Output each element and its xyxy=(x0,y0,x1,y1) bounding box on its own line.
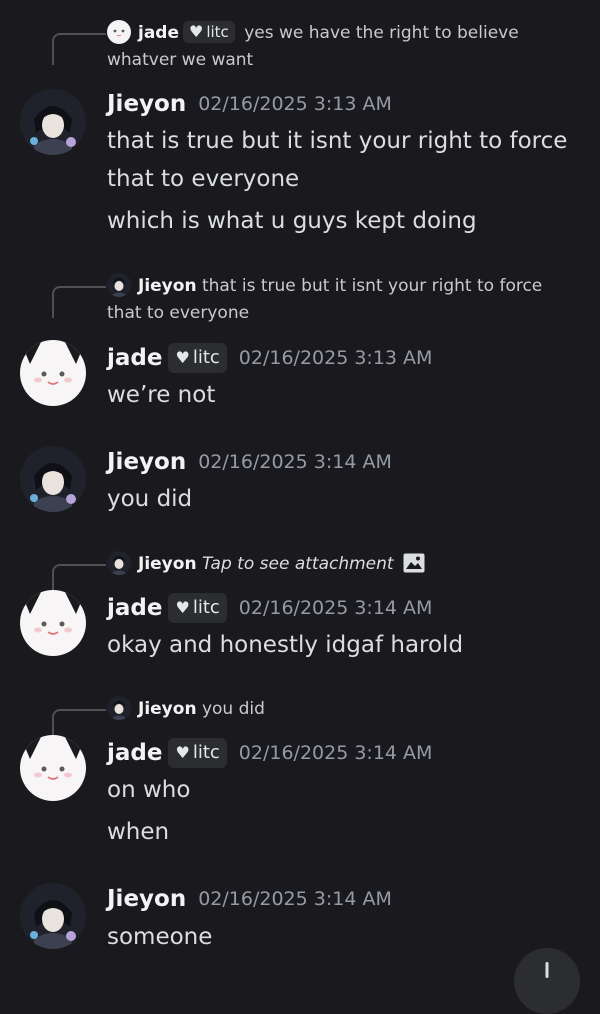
heart-icon: ♥ xyxy=(175,743,190,762)
username[interactable]: Jieyon xyxy=(107,449,186,475)
role-tag-label: litc xyxy=(206,23,229,41)
avatar[interactable] xyxy=(20,590,86,656)
message-header: jade ♥ litc 02/16/2025 3:14 AM xyxy=(107,593,432,627)
username[interactable]: jade xyxy=(107,740,162,766)
role-tag-label: litc xyxy=(192,742,220,763)
avatar[interactable] xyxy=(20,340,86,406)
message-line: you did xyxy=(107,486,193,512)
timestamp: 02/16/2025 3:13 AM xyxy=(238,347,433,369)
role-tag-label: litc xyxy=(192,347,220,368)
avatar[interactable] xyxy=(20,883,86,949)
reply-author[interactable]: jade xyxy=(138,23,179,43)
reply-author[interactable]: Jieyon xyxy=(138,699,197,719)
role-tag: ♥ litc xyxy=(168,593,227,623)
message-header: Jieyon 02/16/2025 3:13 AM xyxy=(107,91,392,125)
heart-icon: ♥ xyxy=(175,598,190,617)
role-tag: ♥ litc xyxy=(168,343,227,373)
reply-preview[interactable]: Jieyon that is true but it isnt your rig… xyxy=(107,273,567,327)
timestamp: 02/16/2025 3:14 AM xyxy=(198,451,392,473)
message-line: which is what u guys kept doing xyxy=(107,208,477,234)
role-tag: ♥ litc xyxy=(168,738,227,768)
message-line: on who xyxy=(107,777,191,803)
message-line: when xyxy=(107,819,170,845)
reply-avatar xyxy=(107,20,131,44)
avatar[interactable] xyxy=(20,735,86,801)
reply-avatar xyxy=(107,696,131,720)
arrow-down-icon xyxy=(545,962,549,978)
message-header: jade ♥ litc 02/16/2025 3:14 AM xyxy=(107,738,432,772)
reply-preview[interactable]: Jieyon you did xyxy=(107,696,567,723)
timestamp: 02/16/2025 3:14 AM xyxy=(198,888,392,910)
scroll-down-button[interactable] xyxy=(514,948,580,1014)
reply-avatar xyxy=(107,273,131,297)
message-header: Jieyon 02/16/2025 3:14 AM xyxy=(107,449,392,483)
message-line: okay and honestly idgaf harold xyxy=(107,632,464,658)
message-line: we’re not xyxy=(107,382,216,408)
heart-icon: ♥ xyxy=(175,348,190,367)
heart-icon: ♥ xyxy=(189,22,204,41)
reply-avatar xyxy=(107,551,131,575)
reply-connector xyxy=(52,286,106,318)
avatar[interactable] xyxy=(20,446,86,512)
role-tag: ♥ litc xyxy=(183,21,235,43)
username[interactable]: jade xyxy=(107,345,162,371)
message-header: jade ♥ litc 02/16/2025 3:13 AM xyxy=(107,343,432,377)
username[interactable]: Jieyon xyxy=(107,886,186,912)
username[interactable]: Jieyon xyxy=(107,91,186,117)
attachment-link[interactable]: Tap to see attachment xyxy=(202,554,394,574)
message-line: that is true but it isnt your right to f… xyxy=(107,128,568,154)
message-header: Jieyon 02/16/2025 3:14 AM xyxy=(107,886,392,920)
username[interactable]: jade xyxy=(107,595,162,621)
reply-preview[interactable]: Jieyon Tap to see attachment xyxy=(107,551,567,582)
message-line: that to everyone xyxy=(107,166,300,192)
reply-text: you did xyxy=(201,699,265,719)
message-line: someone xyxy=(107,924,213,950)
reply-author[interactable]: Jieyon xyxy=(138,554,197,574)
role-tag-label: litc xyxy=(192,597,220,618)
timestamp: 02/16/2025 3:13 AM xyxy=(198,93,392,115)
image-icon xyxy=(403,553,425,582)
avatar[interactable] xyxy=(20,89,86,155)
reply-preview[interactable]: jade ♥ litc yes we have the right to belie… xyxy=(107,20,567,74)
timestamp: 02/16/2025 3:14 AM xyxy=(238,742,433,764)
timestamp: 02/16/2025 3:14 AM xyxy=(238,597,433,619)
reply-author[interactable]: Jieyon xyxy=(138,276,197,296)
reply-connector xyxy=(52,33,106,65)
